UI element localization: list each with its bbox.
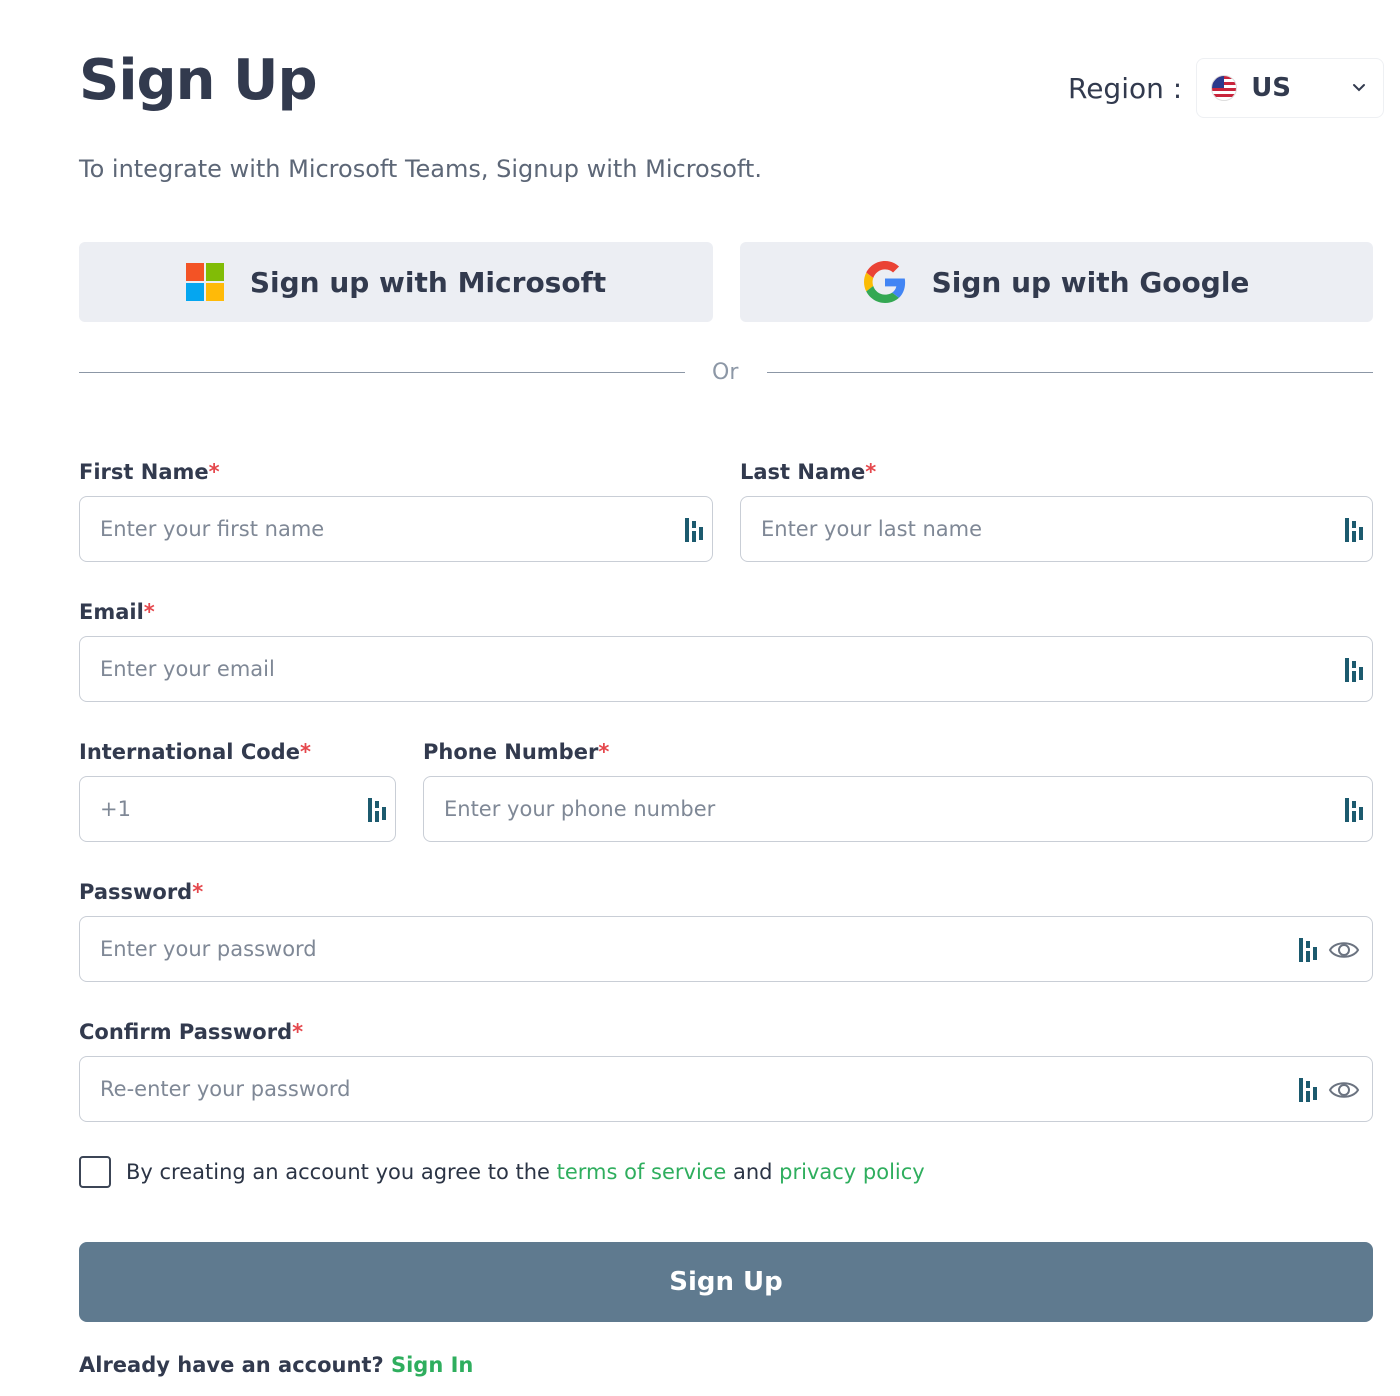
signup-google-label: Sign up with Google xyxy=(931,265,1250,299)
password-field xyxy=(79,916,1373,982)
privacy-policy-link[interactable]: privacy policy xyxy=(779,1160,925,1184)
email-input[interactable] xyxy=(100,637,1282,701)
password-label: Password* xyxy=(79,880,204,904)
last-name-input[interactable] xyxy=(761,497,1282,561)
intl-code-field xyxy=(79,776,396,842)
required-mark: * xyxy=(299,740,311,764)
terms-checkbox[interactable] xyxy=(79,1156,111,1188)
region-dropdown[interactable]: US xyxy=(1196,58,1385,118)
region-value: US xyxy=(1251,73,1292,103)
signin-link[interactable]: Sign In xyxy=(391,1353,473,1377)
first-name-field xyxy=(79,496,713,562)
divider-line-right xyxy=(767,372,1373,373)
email-label: Email* xyxy=(79,600,155,624)
eye-icon[interactable] xyxy=(1328,936,1360,964)
divider-line-left xyxy=(79,372,685,373)
us-flag-icon xyxy=(1211,75,1238,101)
last-name-label: Last Name* xyxy=(740,460,877,484)
page-title: Sign Up xyxy=(79,48,318,113)
phone-field xyxy=(423,776,1373,842)
required-mark: * xyxy=(208,460,220,484)
last-name-field xyxy=(740,496,1373,562)
confirm-password-label: Confirm Password* xyxy=(79,1020,304,1044)
chevron-down-icon xyxy=(1353,84,1366,92)
phone-input[interactable] xyxy=(444,777,1282,841)
signup-google-button[interactable]: Sign up with Google xyxy=(740,242,1373,322)
divider-or: Or xyxy=(712,360,739,385)
required-mark: * xyxy=(865,460,877,484)
password-manager-icon[interactable] xyxy=(1344,657,1364,683)
password-manager-icon[interactable] xyxy=(1298,937,1318,963)
required-mark: * xyxy=(598,740,610,764)
confirm-password-field xyxy=(79,1056,1373,1122)
terms-of-service-link[interactable]: terms of service xyxy=(557,1160,727,1184)
password-input[interactable] xyxy=(100,917,1282,981)
intl-code-input[interactable] xyxy=(100,777,305,841)
signup-microsoft-button[interactable]: Sign up with Microsoft xyxy=(79,242,713,322)
required-mark: * xyxy=(143,600,155,624)
first-name-input[interactable] xyxy=(100,497,622,561)
required-mark: * xyxy=(192,880,204,904)
password-manager-icon[interactable] xyxy=(684,517,704,543)
confirm-password-input[interactable] xyxy=(100,1057,1282,1121)
required-mark: * xyxy=(292,1020,304,1044)
phone-label: Phone Number* xyxy=(423,740,610,764)
email-field xyxy=(79,636,1373,702)
password-manager-icon[interactable] xyxy=(367,797,387,823)
password-manager-icon[interactable] xyxy=(1298,1077,1318,1103)
terms-text: By creating an account you agree to the … xyxy=(126,1160,925,1184)
intl-code-label: International Code* xyxy=(79,740,311,764)
microsoft-logo-icon xyxy=(185,263,224,301)
password-manager-icon[interactable] xyxy=(1344,517,1364,543)
signin-prompt: Already have an account? Sign In xyxy=(79,1353,474,1377)
password-manager-icon[interactable] xyxy=(1344,797,1364,823)
region-label: Region : xyxy=(1068,71,1183,105)
eye-icon[interactable] xyxy=(1328,1076,1360,1104)
google-logo-icon xyxy=(863,261,905,303)
signup-microsoft-label: Sign up with Microsoft xyxy=(249,265,607,299)
signup-submit-button[interactable]: Sign Up xyxy=(79,1242,1373,1322)
subtitle: To integrate with Microsoft Teams, Signu… xyxy=(79,155,762,183)
first-name-label: First Name* xyxy=(79,460,220,484)
region-selector: Region : US xyxy=(1068,58,1385,118)
